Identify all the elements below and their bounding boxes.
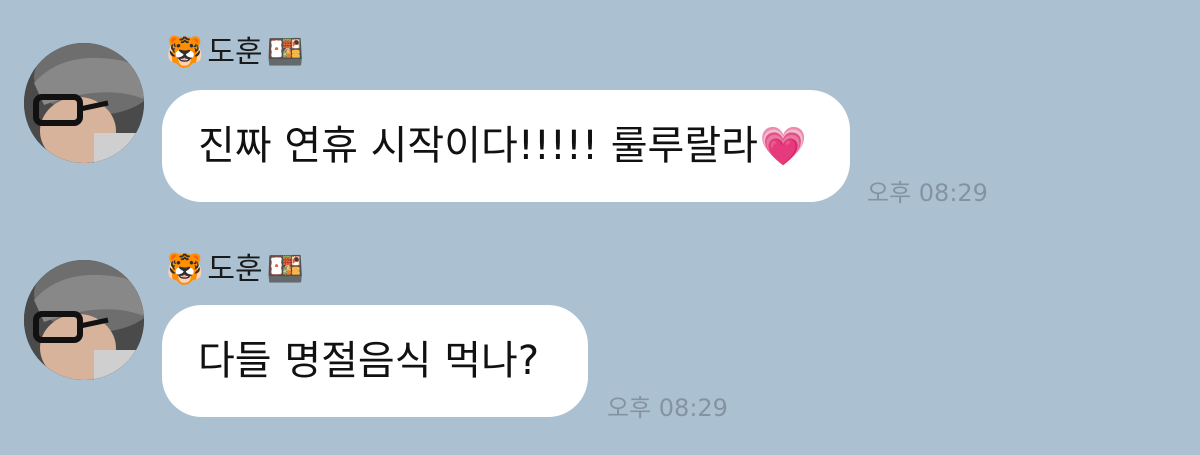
avatar[interactable] [24,260,144,380]
avatar-photo-icon [24,260,144,380]
pink-heart-icon: 💗 [759,123,808,168]
tiger-icon: 🐯 [166,252,204,287]
sender-name-row: 🐯 도훈 🍱 [166,31,304,75]
sender-name: 도훈 [207,35,263,70]
message-timestamp: 오후 08:29 [607,394,728,422]
message-bubble[interactable]: 다들 명절음식 먹나? [162,305,588,417]
message-text: 다들 명절음식 먹나? [198,338,540,384]
bento-box-icon: 🍱 [266,252,304,287]
message-timestamp: 오후 08:29 [867,179,988,207]
sender-name-row: 🐯 도훈 🍱 [166,248,304,292]
tiger-icon: 🐯 [166,35,204,70]
message-text: 진짜 연휴 시작이다!!!!! 룰루랄라 [198,123,758,169]
sender-name: 도훈 [207,252,263,287]
bento-box-icon: 🍱 [266,35,304,70]
avatar[interactable] [24,43,144,163]
avatar-photo-icon [24,43,144,163]
message-bubble[interactable]: 진짜 연휴 시작이다!!!!! 룰루랄라 💗 [162,90,850,202]
